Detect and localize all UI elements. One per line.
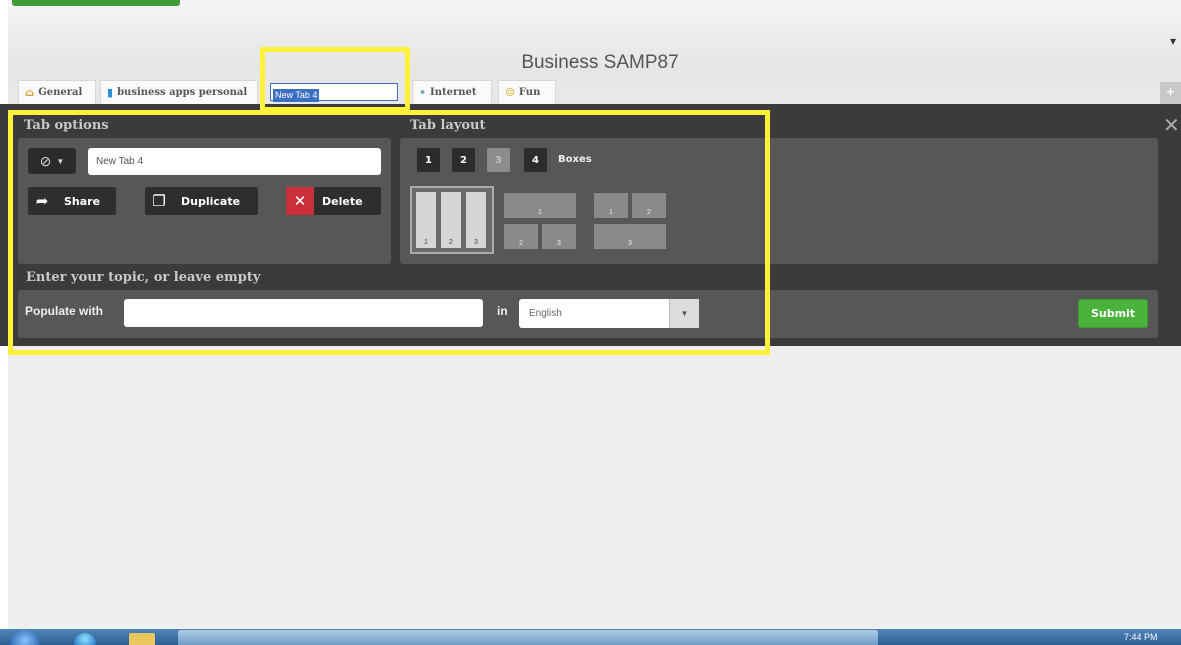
add-tab-button[interactable]: + [1160,82,1181,104]
taskbar-clock: 7:44 PM [1124,632,1158,642]
tab-business-apps-personal[interactable]: ▮ business apps personal [100,80,258,104]
close-icon[interactable]: ✕ [1163,116,1180,136]
top-green-strip [12,0,180,6]
submit-button[interactable]: Submit [1078,299,1148,328]
folder-icon[interactable] [129,633,155,645]
tab-general[interactable]: ⌂ General [18,80,96,104]
page-title: Business SAMP87 [521,52,679,73]
chevron-down-icon[interactable]: ▾ [1170,34,1176,48]
tab-label: business apps personal [117,87,248,98]
highlight-settings-panel [8,110,770,355]
tab-label: Internet [430,87,477,98]
smiley-icon: ☺ [505,86,515,99]
tab-label: General [38,87,83,98]
tab-fun[interactable]: ☺ Fun [498,80,556,104]
chart-icon: ▮ [107,86,114,99]
tab-label: Fun [518,87,541,98]
taskbar-window-button[interactable] [178,630,878,645]
tab-internet[interactable]: • Internet [412,80,492,104]
highlight-tab-name [260,47,410,112]
home-icon: ⌂ [25,86,35,99]
dot-icon: • [419,86,427,99]
